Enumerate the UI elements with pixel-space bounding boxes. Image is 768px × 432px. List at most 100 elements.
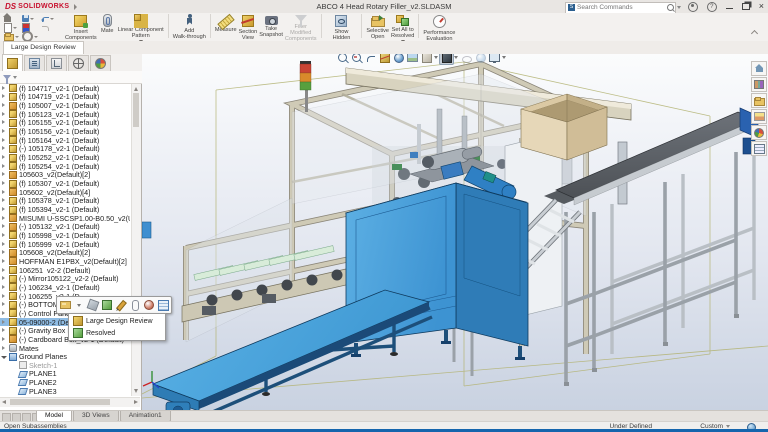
- user-account-icon[interactable]: [687, 1, 698, 12]
- expander-icon[interactable]: [0, 84, 8, 92]
- expander-icon[interactable]: [0, 301, 8, 309]
- dimxpertmanager-tab[interactable]: [68, 55, 89, 71]
- expander-icon[interactable]: [0, 102, 8, 110]
- appearance-icon[interactable]: [143, 299, 155, 311]
- expander-icon[interactable]: [0, 162, 8, 170]
- appearances-icon[interactable]: [392, 54, 405, 64]
- expander-icon[interactable]: [0, 275, 8, 283]
- tree-item[interactable]: (f) 105307_v2-1 (Default): [0, 179, 130, 188]
- ribbon-button[interactable]: Linear Component Pattern: [118, 13, 164, 43]
- new-document-icon[interactable]: [4, 22, 12, 33]
- file-explorer-icon[interactable]: [751, 93, 767, 108]
- expander-icon[interactable]: [0, 257, 8, 265]
- edit-appearance-icon[interactable]: [474, 54, 487, 64]
- tree-item[interactable]: (-) 105178_v2-1 (Default): [0, 145, 130, 153]
- tab-large-design-review[interactable]: Large Design Review: [3, 41, 84, 54]
- expander-icon[interactable]: [0, 223, 8, 231]
- scroll-right-icon[interactable]: [134, 400, 138, 404]
- appearances-scenes-icon[interactable]: [751, 125, 767, 140]
- expander-icon[interactable]: [0, 266, 8, 274]
- design-library-icon[interactable]: [751, 77, 767, 92]
- new-dropdown-icon[interactable]: [13, 26, 17, 29]
- tree-item[interactable]: (f) 105156_v2-1 (Default): [0, 127, 130, 136]
- restore-button[interactable]: [741, 3, 750, 10]
- mate-icon[interactable]: [129, 299, 141, 311]
- tree-item[interactable]: (-) 105132_v2-1 (Default): [0, 223, 130, 231]
- menu-item[interactable]: Resolved: [69, 327, 165, 339]
- scroll-up-icon[interactable]: [134, 87, 138, 91]
- ribbon-button[interactable]: Measure: [215, 13, 237, 33]
- expander-icon[interactable]: [0, 206, 8, 214]
- ribbon-button[interactable]: Take Snapshot: [259, 13, 283, 38]
- expander-icon[interactable]: [0, 171, 8, 179]
- home-icon[interactable]: [3, 13, 11, 22]
- ribbon-button[interactable]: Selective Open: [366, 13, 389, 44]
- expander-icon[interactable]: [0, 335, 8, 343]
- 3d-viewport-model[interactable]: [142, 54, 768, 410]
- scroll-down-icon[interactable]: [134, 389, 138, 393]
- menu-item[interactable]: Large Design Review: [69, 315, 165, 327]
- tree-item[interactable]: MISUMI U-SSCSP1.00-B0.50_v2(U-SSCSP1304 …: [0, 214, 130, 223]
- tree-item[interactable]: PLANE1: [0, 370, 130, 378]
- open-dropdown-icon[interactable]: [15, 35, 19, 38]
- tree-item[interactable]: Sketch-1: [0, 361, 130, 370]
- scrollbar-thumb[interactable]: [133, 93, 139, 127]
- ribbon-button[interactable]: Filter Modified Components: [285, 13, 317, 42]
- search-icon[interactable]: [667, 4, 674, 11]
- scrollbar-thumb[interactable]: [10, 399, 110, 405]
- scene-icon[interactable]: [406, 54, 419, 64]
- tree-item[interactable]: (f) 104717_v2-1 (Default): [0, 84, 130, 93]
- tree-item[interactable]: (-) Mirror105122_v2-2 (Default): [0, 274, 130, 283]
- edit-icon[interactable]: [115, 299, 127, 311]
- hide-show-items-icon[interactable]: [460, 54, 473, 64]
- propertymanager-tab[interactable]: [24, 55, 45, 71]
- expander-icon[interactable]: [0, 327, 8, 335]
- expander-icon[interactable]: [0, 249, 8, 257]
- view-palette-icon[interactable]: [751, 109, 767, 124]
- view-orientation-icon[interactable]: [420, 54, 438, 64]
- component-properties-icon[interactable]: [157, 299, 169, 311]
- expander-icon[interactable]: [0, 110, 8, 118]
- open-subassembly-icon[interactable]: [59, 299, 71, 311]
- ribbon-button[interactable]: Add Walk-through: [173, 13, 206, 40]
- configuration-dropdown-icon[interactable]: [726, 425, 730, 428]
- isolate-icon[interactable]: [86, 298, 100, 312]
- scroll-left-icon[interactable]: [2, 400, 6, 404]
- tree-item[interactable]: (f) 105123_v2-1 (Default): [0, 110, 130, 119]
- tree-item[interactable]: (f) 105999_v2-1 (Default): [0, 240, 130, 248]
- search-commands-box[interactable]: S: [565, 1, 681, 14]
- tree-item[interactable]: 105608_v2(Default)[2]: [0, 248, 130, 257]
- custom-properties-icon[interactable]: [751, 141, 767, 156]
- options-dropdown-icon[interactable]: [34, 35, 38, 38]
- tree-item[interactable]: HOFFMAN E1PBX_v2(Default)[2]: [0, 257, 130, 266]
- expander-icon[interactable]: [0, 119, 8, 127]
- open-icon[interactable]: [4, 33, 14, 41]
- zoom-to-fit-icon[interactable]: [336, 54, 349, 64]
- expander-icon[interactable]: [0, 188, 8, 196]
- expander-icon[interactable]: [0, 309, 8, 317]
- expander-icon[interactable]: [0, 145, 8, 153]
- expander-icon[interactable]: [10, 370, 18, 378]
- tree-vertical-scrollbar[interactable]: [131, 84, 141, 396]
- redo-icon[interactable]: [42, 26, 49, 31]
- expander-icon[interactable]: [0, 154, 8, 162]
- tree-item[interactable]: PLANE3: [0, 387, 130, 396]
- set-resolved-icon[interactable]: [101, 299, 113, 311]
- view-settings-icon[interactable]: [488, 54, 506, 64]
- expander-icon[interactable]: [0, 344, 8, 352]
- tree-item[interactable]: PLANE2: [0, 378, 130, 387]
- expander-icon[interactable]: [0, 136, 8, 144]
- section-view-icon[interactable]: [378, 54, 391, 64]
- expander-icon[interactable]: [0, 318, 8, 326]
- expander-icon[interactable]: [0, 292, 8, 300]
- tree-item[interactable]: (f) 105007_v2-1 (Default): [0, 101, 130, 110]
- displaymanager-tab[interactable]: [90, 55, 111, 71]
- filter-dropdown-icon[interactable]: [13, 75, 17, 79]
- display-style-icon[interactable]: [439, 54, 458, 65]
- minimize-button[interactable]: [725, 7, 733, 10]
- search-input[interactable]: [577, 4, 665, 11]
- expander-icon[interactable]: [0, 214, 8, 222]
- ribbon-button[interactable]: Set All to Resolved: [391, 13, 414, 43]
- tree-item[interactable]: 105602_v2(Default)[4]: [0, 188, 130, 197]
- graphics-viewport[interactable]: [142, 54, 768, 410]
